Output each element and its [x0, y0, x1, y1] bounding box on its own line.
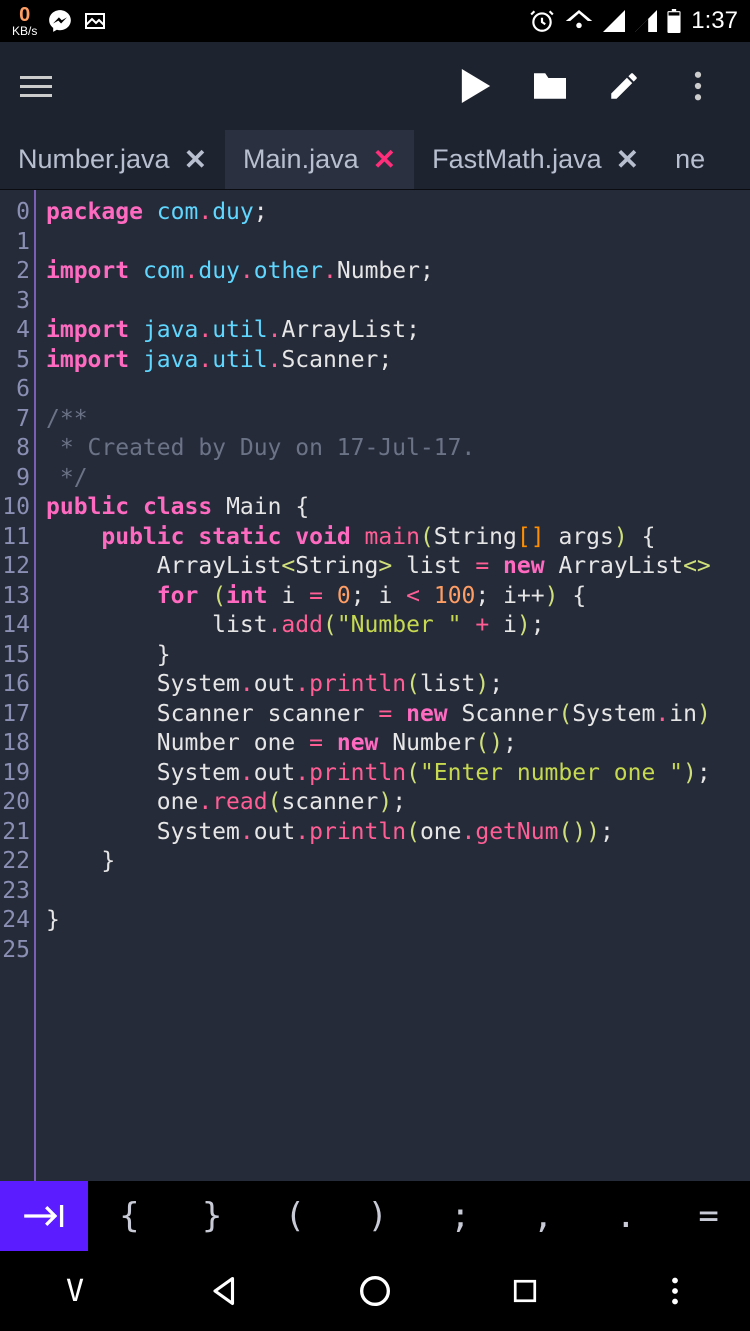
image-icon	[83, 9, 107, 33]
edit-button[interactable]	[602, 64, 646, 108]
android-status-bar: 0 KB/s 1:37	[0, 0, 750, 42]
symbol-key[interactable]: .	[608, 1196, 644, 1236]
back-button[interactable]	[195, 1261, 255, 1321]
tab-label: Main.java	[243, 144, 359, 175]
code-content[interactable]: package com.duy; import com.duy.other.Nu…	[36, 190, 750, 1181]
battery-icon	[667, 9, 681, 33]
tab-main-java[interactable]: Main.java ✕	[225, 130, 414, 189]
tab-label: ne	[675, 144, 705, 175]
tab-label: Number.java	[18, 144, 170, 175]
line-number: 18	[0, 729, 34, 759]
file-tabs: Number.java ✕ Main.java ✕ FastMath.java …	[0, 130, 750, 190]
line-number: 24	[0, 906, 34, 936]
run-button[interactable]	[454, 64, 498, 108]
close-icon[interactable]: ✕	[184, 143, 207, 176]
line-number: 4	[0, 316, 34, 346]
tab-partial[interactable]: ne	[657, 130, 723, 189]
wifi-icon	[565, 10, 593, 32]
app-toolbar	[0, 42, 750, 130]
line-number: 23	[0, 877, 34, 907]
tab-number-java[interactable]: Number.java ✕	[0, 130, 225, 189]
line-number: 25	[0, 936, 34, 966]
menu-button[interactable]	[20, 76, 52, 97]
nav-overflow-button[interactable]	[645, 1261, 705, 1321]
line-number: 5	[0, 346, 34, 376]
line-number: 7	[0, 405, 34, 435]
line-number: 21	[0, 818, 34, 848]
line-number: 16	[0, 670, 34, 700]
symbol-key[interactable]: (	[277, 1196, 313, 1236]
tab-fastmath-java[interactable]: FastMath.java ✕	[414, 130, 657, 189]
symbol-key[interactable]: =	[690, 1196, 726, 1236]
close-icon[interactable]: ✕	[616, 143, 639, 176]
overflow-menu-button[interactable]	[676, 64, 720, 108]
line-number: 11	[0, 523, 34, 553]
code-editor[interactable]: 0123456789101112131415161718192021222324…	[0, 190, 750, 1181]
line-number: 22	[0, 847, 34, 877]
line-number: 12	[0, 552, 34, 582]
nav-v-button[interactable]: V	[45, 1261, 105, 1321]
alarm-icon	[529, 8, 555, 34]
line-number: 1	[0, 228, 34, 258]
symbol-key[interactable]: {	[111, 1196, 147, 1236]
line-number: 19	[0, 759, 34, 789]
line-number: 2	[0, 257, 34, 287]
symbol-key[interactable]: )	[359, 1196, 395, 1236]
line-number: 14	[0, 611, 34, 641]
line-number: 13	[0, 582, 34, 612]
line-number: 20	[0, 788, 34, 818]
tab-key-button[interactable]	[0, 1181, 88, 1251]
line-number: 9	[0, 464, 34, 494]
symbol-key[interactable]: }	[194, 1196, 230, 1236]
line-number: 17	[0, 700, 34, 730]
line-number: 15	[0, 641, 34, 671]
signal-icon-2	[635, 10, 657, 32]
line-number: 3	[0, 287, 34, 317]
recent-apps-button[interactable]	[495, 1261, 555, 1321]
close-icon[interactable]: ✕	[373, 143, 396, 176]
messenger-icon	[47, 8, 73, 34]
tab-label: FastMath.java	[432, 144, 602, 175]
signal-icon	[603, 10, 625, 32]
folder-button[interactable]	[528, 64, 572, 108]
symbol-toolbar: {} ();,. =	[0, 1181, 750, 1251]
line-number: 6	[0, 375, 34, 405]
home-button[interactable]	[345, 1261, 405, 1321]
line-number: 0	[0, 198, 34, 228]
android-nav-bar: V	[0, 1251, 750, 1331]
symbol-key[interactable]: ,	[525, 1196, 561, 1236]
line-number: 8	[0, 434, 34, 464]
clock-time: 1:37	[691, 7, 738, 35]
line-number: 10	[0, 493, 34, 523]
symbol-keys: {} ();,. =	[88, 1181, 750, 1251]
symbol-key[interactable]: ;	[442, 1196, 478, 1236]
line-number-gutter: 0123456789101112131415161718192021222324…	[0, 190, 36, 1181]
network-speed-indicator: 0 KB/s	[12, 5, 37, 37]
